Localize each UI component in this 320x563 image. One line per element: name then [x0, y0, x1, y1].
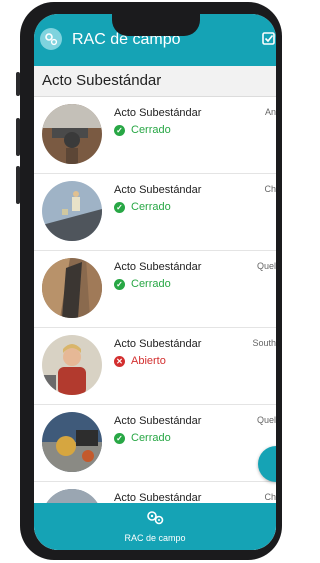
item-status: ✓ Cerrado: [114, 432, 171, 444]
item-status: ✕ Abierto: [114, 355, 166, 367]
status-label: Abierto: [131, 355, 166, 367]
bottom-navigation: RAC de campo: [34, 503, 276, 550]
section-title: Acto Subestándar: [42, 72, 162, 89]
item-location: Quel: [256, 261, 276, 271]
report-list: Acto Subestándar ✓ Cerrado An Acto Subes…: [34, 97, 276, 550]
item-location: Quel: [256, 415, 276, 425]
checkbox-icon[interactable]: [262, 32, 276, 46]
status-label: Cerrado: [131, 201, 171, 213]
check-circle-icon: ✓: [114, 201, 125, 213]
item-title: Acto Subestándar: [114, 415, 202, 427]
item-location: An: [264, 107, 276, 117]
item-thumbnail: [42, 258, 102, 318]
app-logo-icon[interactable]: [40, 28, 62, 50]
gears-icon[interactable]: [145, 510, 165, 526]
list-item[interactable]: Acto Subestándar ✓ Cerrado Ch: [34, 174, 276, 251]
check-circle-icon: ✓: [114, 278, 125, 290]
list-item[interactable]: Acto Subestándar ✕ Abierto South: [34, 328, 276, 405]
item-thumbnail: [42, 104, 102, 164]
item-title: Acto Subestándar: [114, 184, 202, 196]
list-item[interactable]: Acto Subestándar ✓ Cerrado An: [34, 97, 276, 174]
list-item[interactable]: Acto Subestándar ✓ Cerrado Quel: [34, 251, 276, 328]
item-location: Ch: [264, 184, 276, 194]
status-label: Cerrado: [131, 124, 171, 136]
item-thumbnail: [42, 181, 102, 241]
section-header: Acto Subestándar: [34, 66, 276, 97]
x-circle-icon: ✕: [114, 355, 125, 367]
item-thumbnail: [42, 335, 102, 395]
item-status: ✓ Cerrado: [114, 278, 171, 290]
status-label: Cerrado: [131, 278, 171, 290]
status-label: Cerrado: [131, 432, 171, 444]
notch: [112, 14, 200, 36]
item-title: Acto Subestándar: [114, 338, 202, 350]
item-thumbnail: [42, 412, 102, 472]
phone-frame: RAC de campo Acto Subestándar Acto Subes…: [20, 2, 282, 560]
item-location: Ch: [264, 492, 276, 502]
item-title: Acto Subestándar: [114, 107, 202, 119]
list-item[interactable]: Acto Subestándar ✓ Cerrado Quel: [34, 405, 276, 482]
item-location: South: [252, 338, 276, 348]
screen: RAC de campo Acto Subestándar Acto Subes…: [34, 14, 276, 550]
check-circle-icon: ✓: [114, 124, 125, 136]
item-status: ✓ Cerrado: [114, 124, 171, 136]
item-title: Acto Subestándar: [114, 261, 202, 273]
bottom-nav-label[interactable]: RAC de campo: [34, 533, 276, 543]
check-circle-icon: ✓: [114, 432, 125, 444]
item-status: ✓ Cerrado: [114, 201, 171, 213]
